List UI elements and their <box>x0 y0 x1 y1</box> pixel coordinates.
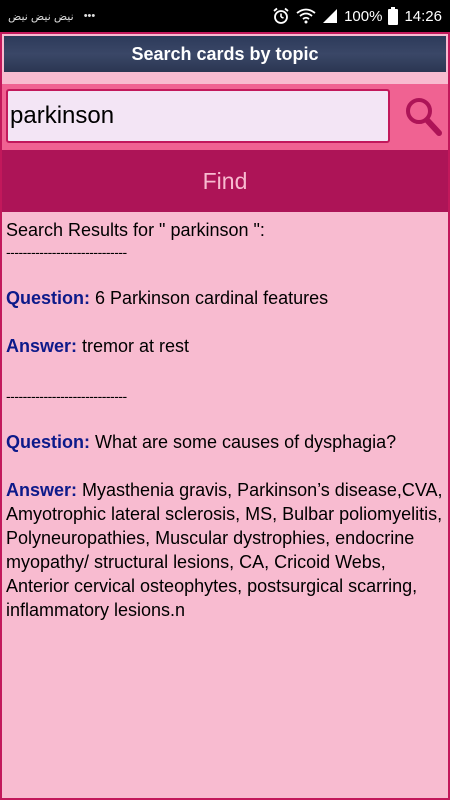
result-item: Question: 6 Parkinson cardinal features … <box>6 286 444 358</box>
answer-line: Answer: tremor at rest <box>6 334 444 358</box>
status-time: 14:26 <box>404 7 442 25</box>
question-label: Question: <box>6 432 90 452</box>
search-input[interactable] <box>6 89 390 143</box>
answer-text: Myasthenia gravis, Parkinson’s disease,C… <box>6 480 443 620</box>
search-icon <box>406 98 442 136</box>
app-frame: Search cards by topic Find Search Result… <box>0 32 450 800</box>
results-heading: Search Results for " parkinson ": <box>6 220 265 240</box>
header-bar: Search cards by topic <box>4 36 446 72</box>
question-text: 6 Parkinson cardinal features <box>90 288 329 308</box>
question-line: Question: 6 Parkinson cardinal features <box>6 286 444 310</box>
battery-percent: 100% <box>344 7 383 25</box>
alarm-icon <box>272 7 290 25</box>
answer-label: Answer: <box>6 336 78 356</box>
question-text: What are some causes of dysphagia? <box>90 432 397 452</box>
results-divider: ----------------------------- <box>6 388 127 404</box>
question-label: Question: <box>6 288 90 308</box>
search-row <box>2 84 448 150</box>
status-notification-text: نيض نيض نيض <box>8 10 74 23</box>
status-right: 100% 14:26 <box>272 7 442 25</box>
results-divider: ----------------------------- <box>6 244 127 260</box>
answer-line: Answer: Myasthenia gravis, Parkinson’s d… <box>6 478 444 622</box>
answer-text: tremor at rest <box>77 336 190 356</box>
signal-icon <box>322 8 338 24</box>
question-line: Question: What are some causes of dyspha… <box>6 430 444 454</box>
find-button[interactable]: Find <box>2 150 448 212</box>
answer-label: Answer: <box>6 480 78 500</box>
result-item: Question: What are some causes of dyspha… <box>6 430 444 622</box>
status-left: نيض نيض نيض ••• <box>8 10 95 23</box>
status-dots: ••• <box>83 10 96 22</box>
wifi-icon <box>296 8 316 24</box>
status-bar: نيض نيض نيض ••• 100% 14:26 <box>0 0 450 32</box>
page-title: Search cards by topic <box>131 43 319 64</box>
battery-icon <box>388 7 399 25</box>
search-results: Search Results for " parkinson ": ------… <box>6 218 444 622</box>
find-button-label: Find <box>202 167 248 194</box>
search-button[interactable] <box>400 89 446 143</box>
